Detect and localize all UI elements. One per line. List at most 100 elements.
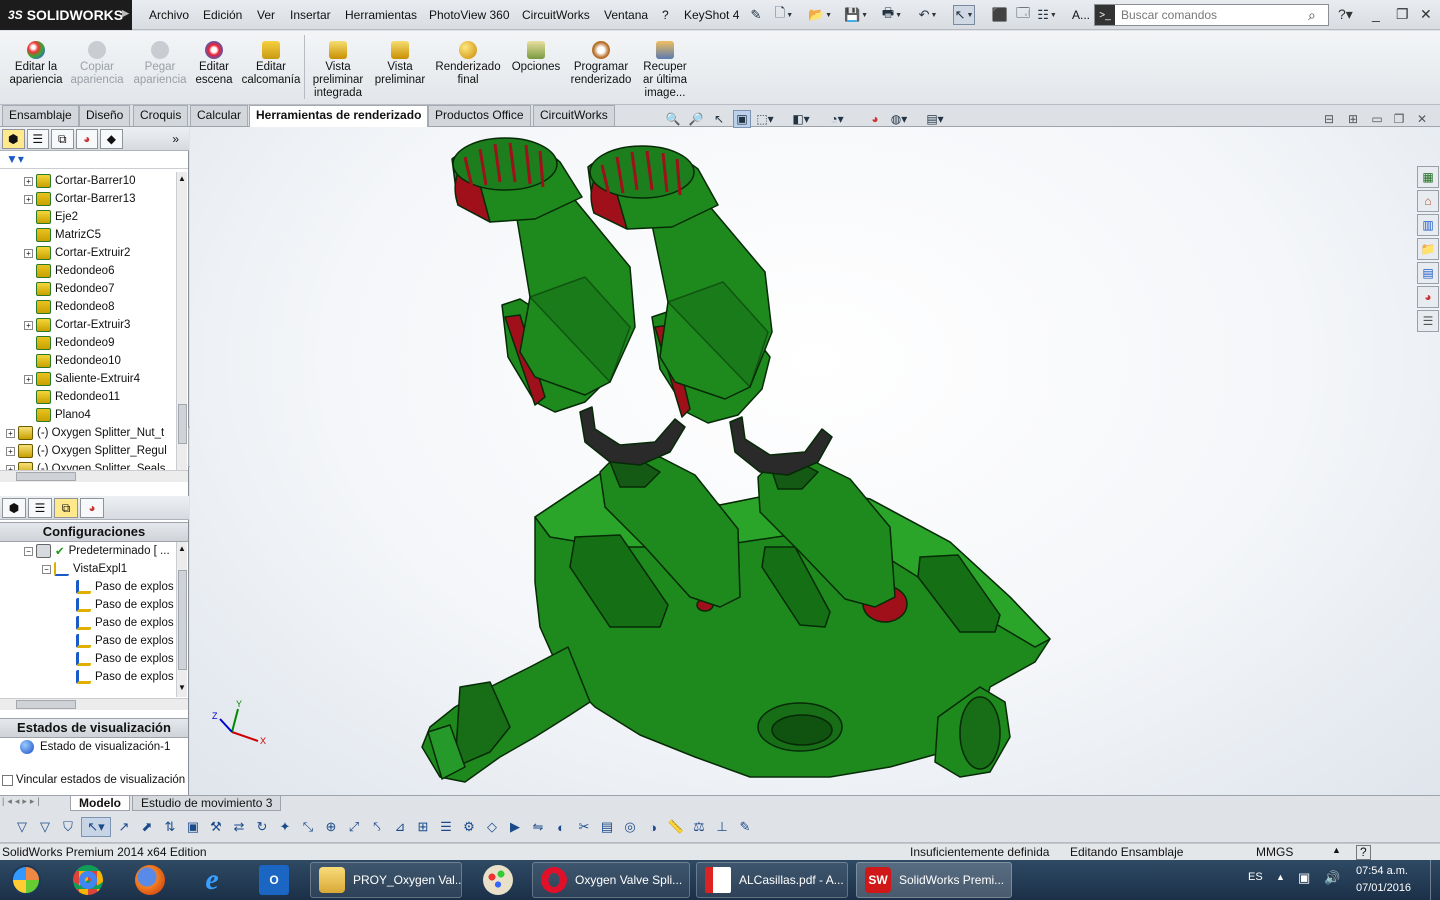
measure-icon[interactable]: 📏: [666, 817, 686, 837]
tree-item[interactable]: + Cortar-Extruir3: [24, 316, 130, 334]
tab-productos-office[interactable]: Productos Office: [428, 105, 531, 126]
menu-keyshot[interactable]: KeyShot 4: [684, 8, 739, 22]
property-manager-icon-2[interactable]: ☰: [28, 498, 52, 518]
scroll-up-icon[interactable]: ▲: [178, 544, 186, 553]
smart-fasteners-icon[interactable]: ⚒: [206, 817, 226, 837]
magnetic-select-icon[interactable]: ↗: [114, 817, 134, 837]
graphics-area[interactable]: X Y Z: [190, 127, 1440, 795]
edit-scene-button[interactable]: Editar escena: [194, 41, 234, 87]
menu-herramientas[interactable]: Herramientas: [345, 8, 417, 22]
tree-item[interactable]: Redondeo6: [24, 262, 114, 280]
expand-icon[interactable]: +: [24, 248, 33, 258]
cut-list-icon[interactable]: ✂: [574, 817, 594, 837]
menu-photoview[interactable]: PhotoView 360: [429, 8, 510, 22]
render-options-button[interactable]: Opciones: [508, 41, 564, 74]
tab-calcular[interactable]: Calcular: [190, 105, 249, 126]
property-manager-icon[interactable]: ☰: [26, 129, 50, 149]
filter-bar[interactable]: ▼▾: [0, 151, 188, 169]
task-pane-library-icon[interactable]: ▥: [1417, 214, 1439, 236]
clock-time[interactable]: 07:54 a.m.: [1356, 865, 1408, 877]
move-component-icon[interactable]: ⇄: [229, 817, 249, 837]
open-folder-icon[interactable]: 📂 ▼: [808, 5, 832, 25]
preview-window-button[interactable]: Vista preliminar: [372, 41, 428, 87]
restore-icon[interactable]: ❐: [1396, 6, 1409, 23]
split-view-2-icon[interactable]: ⊞: [1344, 110, 1362, 128]
tree-component[interactable]: + (-) Oxygen Splitter_Nut_t: [6, 424, 164, 442]
dynamic-annotation-icon[interactable]: ⬚▾: [756, 110, 774, 128]
configuration-manager-icon-2[interactable]: ⧉: [54, 498, 78, 518]
config-root[interactable]: − ✔ Predeterminado [ ...: [24, 542, 170, 560]
interference-icon[interactable]: ✦: [275, 817, 295, 837]
mass-props-icon[interactable]: ⚖: [689, 817, 709, 837]
linear-pattern-icon[interactable]: ▣: [183, 817, 203, 837]
explode-step[interactable]: Paso de explos: [76, 596, 174, 614]
search-input[interactable]: Buscar comandos: [1115, 8, 1308, 22]
task-pane-home-icon[interactable]: ⌂: [1417, 190, 1439, 212]
split-view-icon[interactable]: ⊟: [1320, 110, 1338, 128]
quick-access-overflow[interactable]: A...: [1072, 8, 1090, 22]
display-state-item[interactable]: Estado de visualización-1: [20, 738, 170, 756]
explode-step[interactable]: Paso de explos: [76, 632, 174, 650]
status-help-icon[interactable]: ?: [1356, 845, 1371, 860]
zoom-to-area-icon[interactable]: 🔎: [687, 110, 705, 128]
file-properties-icon[interactable]: 🗔: [1012, 5, 1034, 25]
final-render-button[interactable]: Renderizado final: [434, 41, 502, 87]
show-hidden-icons-icon[interactable]: ▲: [1276, 872, 1285, 882]
gasket-left[interactable]: [579, 406, 686, 466]
tab-herramientas-renderizado[interactable]: Herramientas de renderizado: [249, 105, 429, 127]
taskbar-solidworks-window[interactable]: SW SolidWorks Premi...: [856, 862, 1012, 898]
tree-item[interactable]: + Cortar-Barrer10: [24, 172, 136, 190]
tab-circuitworks[interactable]: CircuitWorks: [533, 105, 615, 126]
section-view-icon[interactable]: ▣: [733, 110, 751, 128]
show-desktop-button[interactable]: [1430, 860, 1440, 900]
zoom-to-fit-icon[interactable]: 🔍: [664, 110, 682, 128]
save-icon[interactable]: 💾 ▼: [844, 5, 868, 25]
expand-panel-icon[interactable]: »: [165, 129, 187, 149]
tab-ensamblaje[interactable]: Ensamblaje: [2, 105, 79, 126]
tree-component[interactable]: + (-) Oxygen Splitter_Regul: [6, 442, 167, 460]
menu-archivo[interactable]: Archivo: [149, 8, 189, 22]
minimize-icon[interactable]: _: [1372, 6, 1380, 22]
tree-item[interactable]: + Cortar-Extruir2: [24, 244, 130, 262]
doc-close-icon[interactable]: ✕: [1413, 110, 1431, 128]
tree-item[interactable]: Redondeo10: [24, 352, 121, 370]
paste-appearance-button[interactable]: Pegar apariencia: [133, 41, 187, 87]
select-icon[interactable]: ↖▾: [81, 817, 111, 837]
exploded-view-icon[interactable]: ⤢: [344, 817, 364, 837]
link-display-states-checkbox[interactable]: [2, 774, 13, 786]
previous-view-icon[interactable]: ↖: [710, 110, 728, 128]
scroll-thumb[interactable]: [178, 570, 187, 670]
filter-icon[interactable]: ▽: [12, 817, 32, 837]
options-icon[interactable]: ☷ ▼: [1036, 5, 1058, 25]
firefox-taskbar-button[interactable]: [124, 862, 176, 898]
tree-component[interactable]: + (-) Oxygen Splitter_Seals: [6, 460, 165, 470]
taskbar-opera-window[interactable]: Oxygen Valve Spli...: [532, 862, 690, 898]
assembly-model[interactable]: X Y Z: [190, 127, 1440, 795]
expand-icon[interactable]: +: [24, 194, 33, 204]
rotate-component-icon[interactable]: ↻: [252, 817, 272, 837]
expand-icon[interactable]: +: [24, 374, 33, 384]
schedule-render-button[interactable]: Programar renderizado: [568, 41, 634, 87]
filter-icon[interactable]: ▼▾: [6, 152, 24, 166]
scroll-up-icon[interactable]: ▲: [178, 174, 186, 183]
tab-nav-arrows-icon[interactable]: |◂◂▸▸|: [2, 796, 43, 807]
appearance-manager-icon[interactable]: ◕: [75, 129, 99, 149]
select-pointer-icon[interactable]: ↖ ▼: [953, 5, 975, 25]
feature-tree-icon-2[interactable]: ⬢: [2, 498, 26, 518]
collapse-icon[interactable]: −: [42, 564, 51, 574]
menu-help[interactable]: ?: [662, 8, 669, 22]
explode-view[interactable]: − VistaExpl1: [42, 560, 127, 578]
link-display-states-option[interactable]: Vincular estados de visualización: [2, 771, 185, 789]
insert-component-icon[interactable]: ⬈: [137, 817, 157, 837]
expand-icon[interactable]: +: [24, 320, 33, 330]
view-orientation-icon[interactable]: ◧▾: [792, 110, 810, 128]
tab-diseno[interactable]: Diseño: [79, 105, 131, 126]
status-units[interactable]: MMGS: [1256, 845, 1293, 859]
tree-item[interactable]: Redondeo9: [24, 334, 114, 352]
menu-ver[interactable]: Ver: [257, 8, 275, 22]
taskbar-folder-window[interactable]: PROY_Oxygen Val...: [310, 862, 462, 898]
recover-last-image-button[interactable]: Recuper ar última image...: [638, 41, 692, 100]
tree-item[interactable]: Plano4: [24, 406, 91, 424]
task-pane-custom-properties-icon[interactable]: ☰: [1417, 310, 1439, 332]
chrome-taskbar-button[interactable]: [62, 862, 114, 898]
